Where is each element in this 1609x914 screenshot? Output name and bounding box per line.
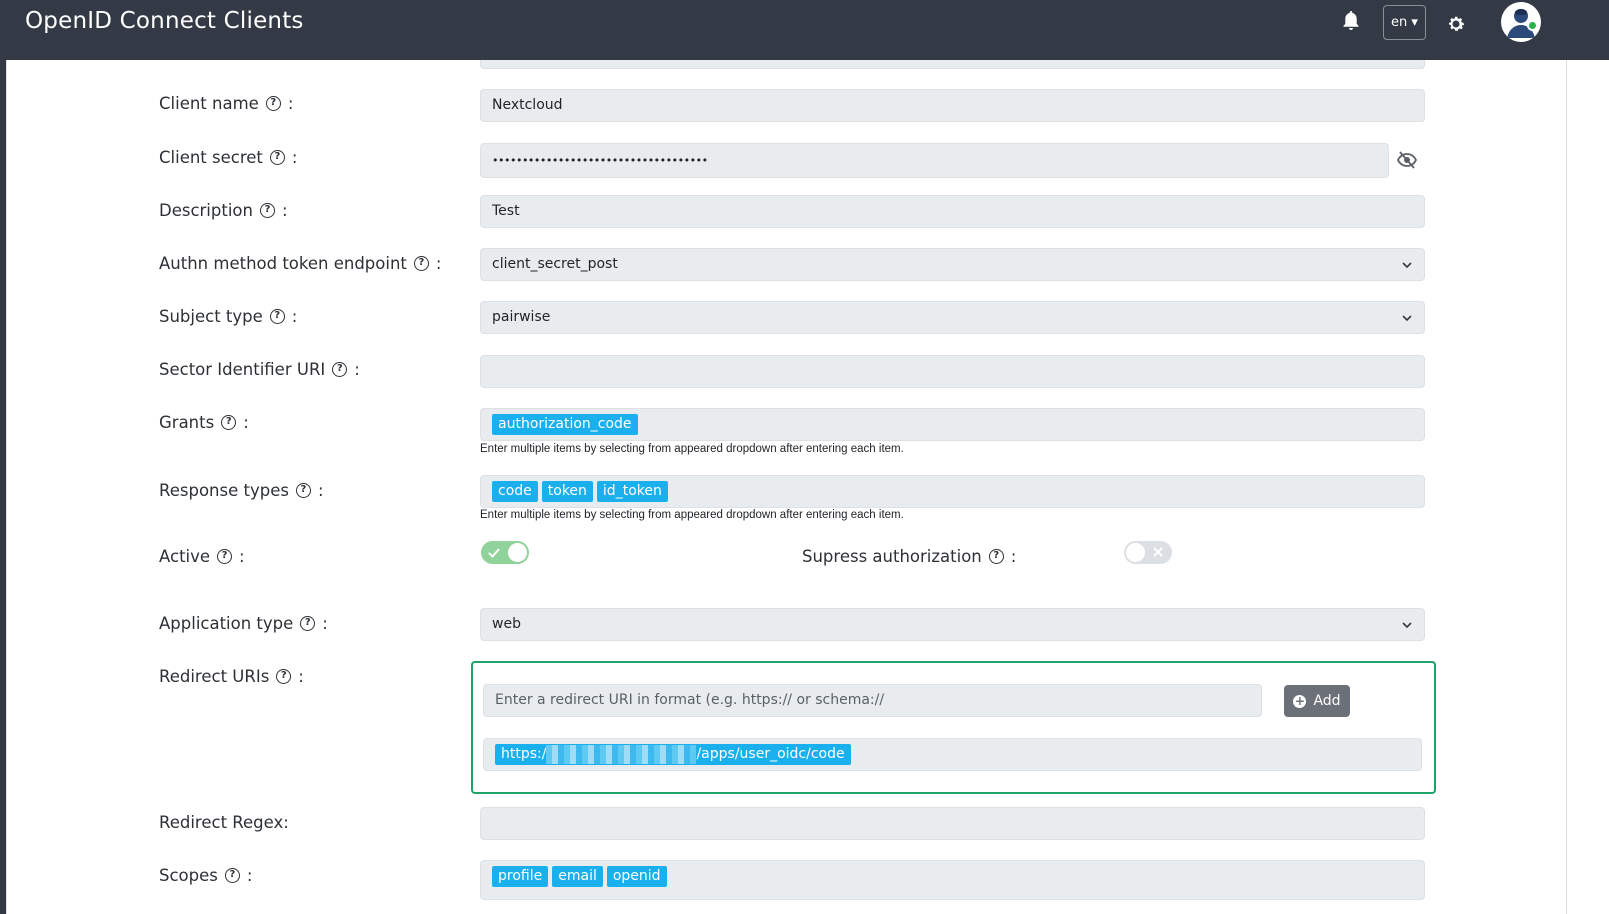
- response-type-tag[interactable]: token: [541, 481, 593, 502]
- redirect-regex-input[interactable]: [480, 807, 1425, 840]
- help-icon[interactable]: ?: [276, 669, 292, 684]
- grants-label: Grants?:: [159, 413, 249, 432]
- sector-identifier-label: Sector Identifier URI?:: [159, 360, 360, 379]
- toggle-knob: [1126, 543, 1145, 562]
- help-icon[interactable]: ?: [332, 362, 348, 377]
- active-label: Active?:: [159, 547, 245, 566]
- scopes-tag-input[interactable]: profile email openid: [480, 860, 1425, 900]
- response-types-hint: Enter multiple items by selecting from a…: [480, 509, 904, 521]
- response-type-tag[interactable]: code: [492, 481, 538, 502]
- supress-authorization-label: Supress authorization?:: [802, 547, 1017, 566]
- redirect-uri-list: https://apps/user_oidc/code: [483, 738, 1422, 771]
- grant-tag[interactable]: authorization_code: [492, 414, 638, 435]
- redacted-host: [546, 744, 697, 764]
- redirect-uri-tag[interactable]: https://apps/user_oidc/code: [495, 744, 851, 765]
- redirect-uris-highlight: [471, 661, 1436, 794]
- check-icon: [488, 548, 500, 558]
- page-title: OpenID Connect Clients: [25, 8, 304, 34]
- client-secret-label: Client secret?:: [159, 148, 298, 167]
- client-name-label: Client name?:: [159, 94, 294, 113]
- scope-tag[interactable]: email: [552, 866, 603, 887]
- grants-tag-input[interactable]: authorization_code: [480, 408, 1425, 441]
- redirect-uris-label: Redirect URIs?:: [159, 667, 304, 686]
- add-redirect-uri-button[interactable]: + Add: [1284, 685, 1350, 717]
- help-icon[interactable]: ?: [413, 256, 429, 271]
- help-icon[interactable]: ?: [221, 415, 237, 430]
- redirect-regex-label: Redirect Regex:: [159, 813, 289, 832]
- redirect-uri-input[interactable]: Enter a redirect URI in format (e.g. htt…: [483, 684, 1262, 717]
- top-navbar: OpenID Connect Clients en ▾: [0, 0, 1609, 60]
- previous-field-edge: [480, 60, 1425, 69]
- application-type-select[interactable]: web: [480, 608, 1425, 641]
- help-icon[interactable]: ?: [300, 616, 316, 631]
- chevron-down-icon: [1402, 315, 1412, 322]
- help-icon[interactable]: ?: [988, 549, 1004, 564]
- gear-icon[interactable]: [1446, 14, 1466, 34]
- scope-tag[interactable]: openid: [606, 866, 667, 887]
- help-icon[interactable]: ?: [269, 150, 285, 165]
- supress-authorization-toggle[interactable]: [1124, 541, 1172, 564]
- eye-slash-icon[interactable]: [1397, 151, 1417, 169]
- subject-type-label: Subject type?:: [159, 307, 298, 326]
- active-toggle[interactable]: [481, 541, 529, 564]
- help-icon[interactable]: ?: [259, 203, 275, 218]
- description-label: Description?:: [159, 201, 288, 220]
- help-icon[interactable]: ?: [224, 868, 240, 883]
- scopes-label: Scopes?:: [159, 866, 253, 885]
- chevron-down-icon: [1402, 622, 1412, 629]
- bell-icon[interactable]: [1341, 10, 1361, 32]
- subject-type-select[interactable]: pairwise: [480, 301, 1425, 334]
- help-icon[interactable]: ?: [295, 483, 311, 498]
- response-type-tag[interactable]: id_token: [596, 481, 668, 502]
- online-status-dot: [1527, 20, 1538, 31]
- help-icon[interactable]: ?: [217, 549, 233, 564]
- grants-hint: Enter multiple items by selecting from a…: [480, 443, 904, 455]
- language-dropdown[interactable]: en ▾: [1383, 5, 1426, 40]
- authn-method-label: Authn method token endpoint?:: [159, 254, 442, 273]
- scope-tag[interactable]: profile: [492, 866, 549, 887]
- client-secret-input[interactable]: ••••••••••••••••••••••••••••••••••••: [480, 143, 1389, 178]
- response-types-label: Response types?:: [159, 481, 324, 500]
- client-name-input[interactable]: Nextcloud: [480, 89, 1425, 122]
- description-input[interactable]: Test: [480, 195, 1425, 228]
- response-types-tag-input[interactable]: code token id_token: [480, 475, 1425, 508]
- close-icon: [1153, 547, 1163, 557]
- plus-circle-icon: +: [1293, 693, 1307, 708]
- authn-method-select[interactable]: client_secret_post: [480, 248, 1425, 281]
- sector-identifier-input[interactable]: [480, 355, 1425, 388]
- toggle-knob: [508, 543, 527, 562]
- help-icon[interactable]: ?: [269, 309, 285, 324]
- help-icon[interactable]: ?: [265, 96, 281, 111]
- application-type-label: Application type?:: [159, 614, 328, 633]
- chevron-down-icon: [1402, 262, 1412, 269]
